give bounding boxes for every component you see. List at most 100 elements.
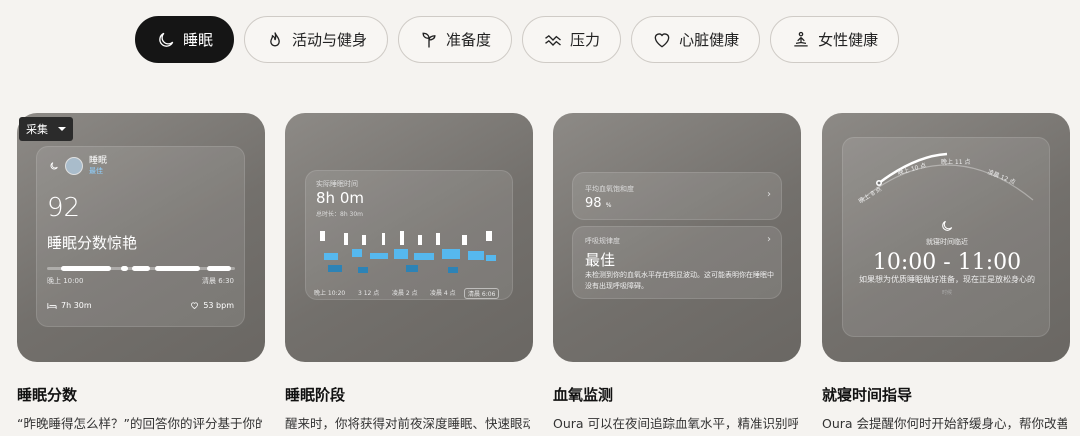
awake-block [320, 231, 325, 241]
awake-block [418, 235, 422, 245]
breathing-description: 未检测到你的血氧水平存在明显波动。这可能表明你在睡眠中没有出现呼吸障碍。 [585, 271, 774, 290]
tab-readiness[interactable]: 准备度 [398, 16, 513, 63]
bedtime-description: 如果想为优质睡眠做好准备，现在正是放松身心的 [859, 275, 1035, 284]
sleep-segment [207, 266, 231, 271]
tab-label: 压力 [570, 31, 601, 49]
start-time: 晚上 10:00 [47, 277, 84, 285]
feature-description: Oura 可以在夜间追踪血氧水平，精准识别呼吸 [553, 416, 798, 431]
bedtime-panel: 晚上 8 点 晚上 10 点 晚上 11 点 凌晨 12 点 就寝时间临近 10… [842, 137, 1050, 337]
tab-womens-health[interactable]: 女性健康 [770, 16, 900, 63]
dropdown-label: 采集 [26, 123, 48, 136]
feature-description: Oura 会提醒你何时开始舒缓身心，帮你改善睡 [822, 416, 1067, 431]
axis-label: 晚上 10:20 [314, 290, 346, 297]
awake-block [462, 235, 467, 245]
tab-activity[interactable]: 活动与健身 [244, 16, 389, 63]
arc-label: 晚上 11 点 [941, 159, 971, 166]
panel-subtitle: 最佳 [89, 167, 103, 175]
feature-title: 血氧监测 [553, 386, 614, 404]
heart-icon [654, 32, 670, 47]
blood-oxygen-card[interactable]: 平均血氧饱和度 98 % › 呼吸规律度 最佳 未检测到你的血氧水平存在明显波动… [553, 113, 801, 362]
rem-block [370, 253, 388, 259]
deep-block [328, 265, 342, 272]
awake-block [382, 233, 385, 245]
moon-icon [942, 220, 953, 231]
moon-icon [50, 162, 58, 170]
panel-header: 睡眠 最佳 [49, 156, 107, 176]
rem-block [352, 249, 362, 257]
tab-label: 准备度 [446, 31, 492, 49]
heart-icon [191, 302, 199, 309]
axis-label: 3 12 点 [358, 290, 380, 297]
rem-block [324, 253, 338, 260]
sleep-segment [121, 266, 128, 271]
rem-block [486, 255, 496, 261]
hypnogram [320, 231, 496, 273]
sleep-score-label: 睡眠分数惊艳 [47, 234, 138, 252]
duration-stat: 7h 30m [47, 301, 92, 310]
chevron-right-icon: › [767, 189, 771, 200]
tab-sleep[interactable]: 睡眠 [135, 16, 235, 63]
sleep-score-panel: 睡眠 最佳 92 睡眠分数惊艳 晚上 10:00 清晨 6:30 7h 30m … [36, 146, 245, 327]
awake-block [436, 233, 440, 245]
rem-block [414, 253, 434, 260]
total-duration: 总时长：8h 30m [316, 211, 364, 218]
awake-block [344, 233, 348, 245]
sleep-segment [61, 266, 111, 271]
heart-rate-value: 53 bpm [203, 301, 234, 310]
awake-block [486, 231, 492, 241]
avatar [65, 157, 83, 175]
caret-down-icon [58, 127, 66, 131]
sleep-stages-card[interactable]: 实际睡眠时间 8h 0m 总时长：8h 30m 晚上 10:20 3 12 点 … [285, 113, 533, 362]
avg-oxygen-panel[interactable]: 平均血氧饱和度 98 % › [572, 172, 782, 220]
bedtime-footnote: 时候 [941, 290, 952, 296]
rem-block [394, 249, 408, 259]
actual-sleep-value: 8h 0m [316, 189, 364, 207]
tab-label: 睡眠 [183, 31, 214, 49]
sleep-score-card[interactable]: 睡眠 最佳 92 睡眠分数惊艳 晚上 10:00 清晨 6:30 7h 30m … [17, 113, 265, 362]
bedtime-window: 10:00 - 11:00 [872, 250, 1022, 275]
feature-title: 睡眠阶段 [285, 386, 346, 404]
heart-rate-stat: 53 bpm [190, 301, 234, 310]
feature-title: 就寝时间指导 [822, 386, 913, 404]
sleep-score-value: 92 [47, 193, 81, 223]
collect-dropdown[interactable]: 采集 [19, 117, 73, 141]
actual-sleep-label: 实际睡眠时间 [316, 180, 358, 188]
end-time: 清晨 6:30 [202, 277, 234, 285]
sleep-segment [132, 266, 150, 271]
category-tabs: 睡眠 活动与健身 准备度 压力 心脏健康 女性健康 [135, 16, 900, 63]
tab-heart-health[interactable]: 心脏健康 [631, 16, 761, 63]
sleep-stages-panel: 实际睡眠时间 8h 0m 总时长：8h 30m 晚上 10:20 3 12 点 … [305, 170, 513, 300]
axis-label: 清晨 6:06 [464, 288, 500, 299]
tab-label: 心脏健康 [679, 31, 740, 49]
rem-block [468, 251, 484, 260]
tab-label: 活动与健身 [292, 31, 368, 49]
deep-block [358, 267, 368, 273]
waves-icon [545, 34, 561, 46]
feature-description: “昨晚睡得怎么样？”的回答你的评分基于你的总 [17, 416, 262, 431]
axis-label: 凌晨 4 点 [430, 290, 456, 297]
avg-oxygen-number: 98 [585, 196, 602, 211]
moon-icon [159, 32, 174, 47]
bedtime-title: 就寝时间临近 [926, 238, 968, 246]
tab-stress[interactable]: 压力 [522, 16, 622, 63]
deep-block [448, 267, 458, 273]
flame-icon [270, 31, 280, 46]
duration-value: 7h 30m [61, 301, 92, 310]
breathing-value: 最佳 [585, 251, 616, 269]
bedtime-card[interactable]: 晚上 8 点 晚上 10 点 晚上 11 点 凌晨 12 点 就寝时间临近 10… [822, 113, 1070, 362]
breathing-label: 呼吸规律度 [585, 237, 620, 245]
bed-icon [47, 302, 57, 309]
awake-block [362, 235, 366, 245]
awake-block [400, 231, 404, 245]
rem-block [442, 249, 460, 259]
avg-oxygen-label: 平均血氧饱和度 [585, 185, 634, 193]
sprout-icon [422, 32, 436, 47]
breathing-panel[interactable]: 呼吸规律度 最佳 未检测到你的血氧水平存在明显波动。这可能表明你在睡眠中没有出现… [572, 226, 782, 299]
feature-title: 睡眠分数 [17, 386, 78, 404]
axis-label: 凌晨 2 点 [392, 290, 418, 297]
tab-label: 女性健康 [818, 31, 879, 49]
chevron-right-icon: › [767, 234, 771, 245]
bedtime-arc [860, 152, 1034, 201]
lotus-icon [794, 31, 808, 46]
avg-oxygen-unit: % [605, 202, 612, 209]
